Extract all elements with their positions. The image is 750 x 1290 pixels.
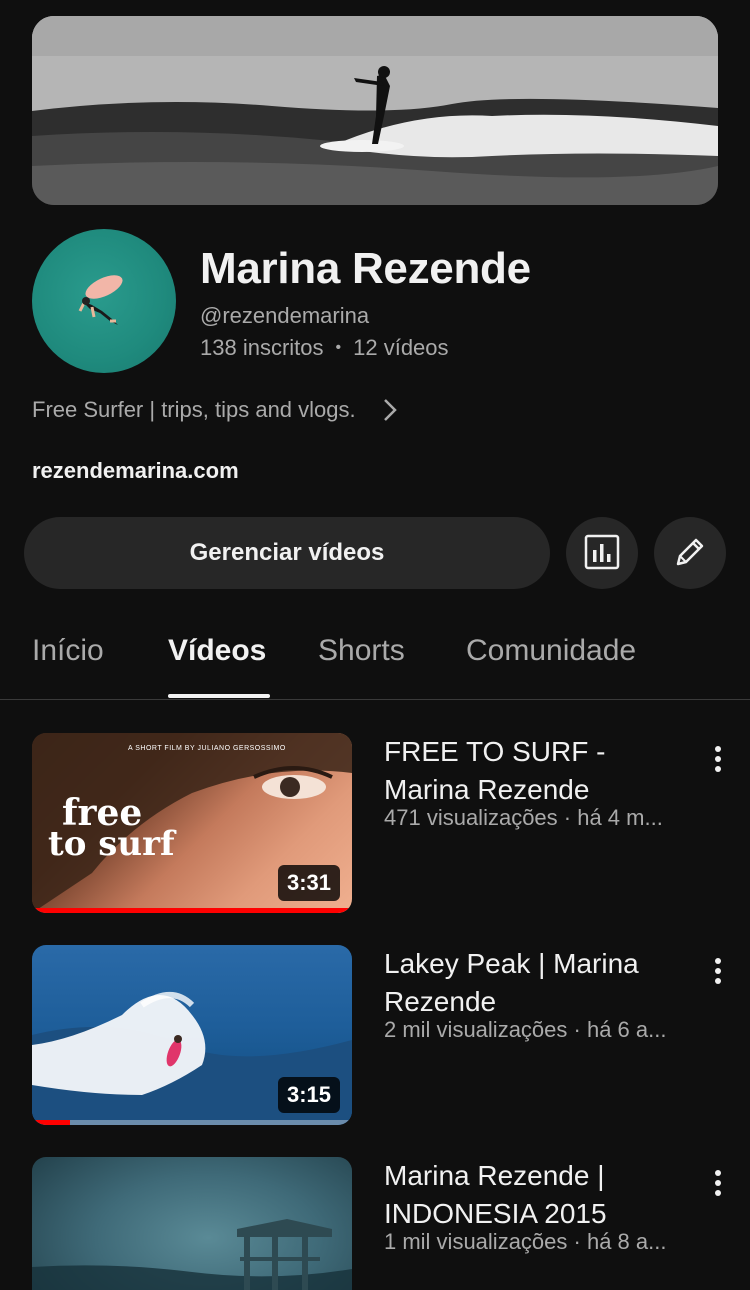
channel-name: Marina Rezende <box>200 244 531 293</box>
thumbnail-title-line2: to surf <box>48 824 175 864</box>
channel-stats: 138 inscritos • 12 vídeos <box>200 335 449 361</box>
analytics-button[interactable] <box>566 517 638 589</box>
watch-progress-track <box>32 1120 352 1125</box>
video-count: 12 vídeos <box>353 335 449 360</box>
video-thumbnail[interactable] <box>32 1157 352 1290</box>
video-title[interactable]: Lakey Peak | Marina Rezende <box>384 945 684 1021</box>
channel-banner <box>32 16 718 205</box>
video-title[interactable]: FREE TO SURF - Marina Rezende <box>384 733 684 809</box>
channel-link[interactable]: rezendemarina.com <box>32 458 239 484</box>
watch-progress-bar <box>32 1120 71 1125</box>
video-thumbnail[interactable]: 3:15 <box>32 945 352 1125</box>
video-item[interactable]: 3:15 Lakey Peak | Marina Rezende 2 mil v… <box>0 945 750 1135</box>
video-title[interactable]: Marina Rezende | INDONESIA 2015 <box>384 1157 684 1233</box>
channel-description-text: Free Surfer | trips, tips and vlogs. <box>32 397 356 422</box>
channel-handle: @rezendemarina <box>200 303 370 328</box>
more-options-icon[interactable] <box>706 951 730 991</box>
active-tab-indicator <box>168 694 270 698</box>
channel-page: Marina Rezende @rezendemarina 138 inscri… <box>0 0 750 1290</box>
channel-avatar[interactable] <box>32 229 176 373</box>
video-duration: 3:15 <box>277 1077 340 1113</box>
video-duration: 3:31 <box>277 865 340 901</box>
subscriber-count: 138 inscritos <box>200 335 324 360</box>
video-item[interactable]: A SHORT FILM BY JULIANO GERSOSSIMO free … <box>0 733 750 923</box>
analytics-icon <box>584 534 620 573</box>
video-item[interactable]: Marina Rezende | INDONESIA 2015 1 mil vi… <box>0 1157 750 1290</box>
video-thumbnail[interactable]: A SHORT FILM BY JULIANO GERSOSSIMO free … <box>32 733 352 913</box>
channel-description[interactable]: Free Surfer | trips, tips and vlogs. <box>32 397 398 423</box>
tab-comunidade[interactable]: Comunidade <box>466 634 636 668</box>
chevron-right-icon <box>382 397 398 423</box>
channel-tabs: Início Vídeos Shorts Comunidade <box>0 612 750 700</box>
thumbnail-credit: A SHORT FILM BY JULIANO GERSOSSIMO <box>128 745 286 752</box>
more-options-icon[interactable] <box>706 739 730 779</box>
edit-channel-button[interactable] <box>654 517 726 589</box>
pencil-icon <box>672 534 708 573</box>
tab-shorts[interactable]: Shorts <box>318 634 405 668</box>
tab-videos[interactable]: Vídeos <box>168 634 266 668</box>
video-meta: 2 mil visualizações · há 6 a... <box>384 1017 667 1042</box>
video-meta: 1 mil visualizações · há 8 a... <box>384 1229 667 1254</box>
stats-separator: • <box>335 339 342 356</box>
watch-progress-bar <box>32 908 352 913</box>
manage-videos-button[interactable]: Gerenciar vídeos <box>24 517 550 589</box>
tab-inicio[interactable]: Início <box>32 634 104 668</box>
more-options-icon[interactable] <box>706 1163 730 1203</box>
video-meta: 471 visualizações · há 4 m... <box>384 805 663 830</box>
